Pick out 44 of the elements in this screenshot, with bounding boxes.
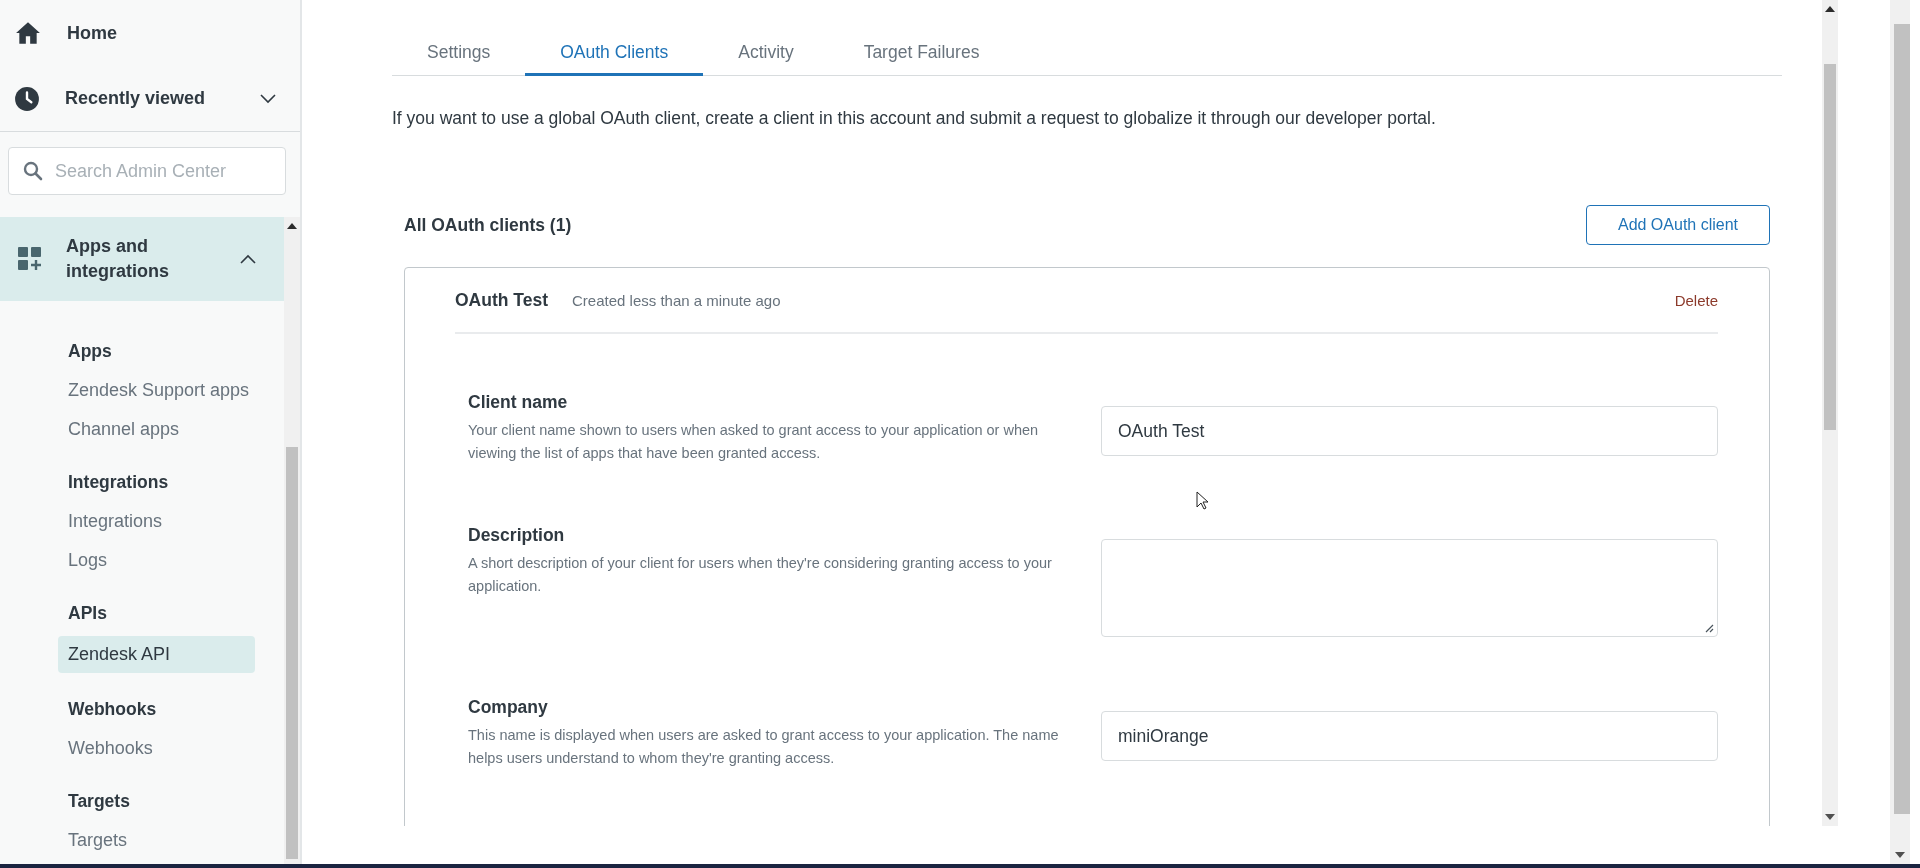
delete-link[interactable]: Delete <box>1674 291 1718 309</box>
intro-text: If you want to use a global OAuth client, create a client in this account and submit a request to globalize it through our developer portal. <box>392 108 1437 129</box>
home-icon <box>14 20 42 46</box>
nav-item[interactable]: Channel apps <box>58 413 190 446</box>
nav-link[interactable]: Home <box>0 0 300 66</box>
add-client-button[interactable]: Add OAuth client <box>1586 205 1770 245</box>
client-name: OAuth Test <box>455 289 548 311</box>
field-label: Description <box>468 525 566 546</box>
search-field[interactable]: Search Admin Center <box>8 147 286 195</box>
scrollbar[interactable] <box>1822 0 1838 826</box>
field-help-text: A short description of your client for users when they're considering granting access to your application. <box>468 554 1053 596</box>
nav-item[interactable]: Zendesk API <box>58 636 255 673</box>
nav-group-title: Webhooks <box>67 699 157 720</box>
scrollbar[interactable] <box>284 217 300 864</box>
tab[interactable]: OAuth Clients <box>525 34 704 76</box>
tab[interactable]: Settings <box>392 34 526 76</box>
nav-item[interactable]: Zendesk Support apps <box>58 374 260 407</box>
scrollbar[interactable] <box>1890 0 1910 864</box>
text-field[interactable]: miniOrange <box>1101 711 1718 761</box>
field-label: Company <box>468 697 549 718</box>
nav-expander[interactable]: Recently viewed <box>0 66 300 131</box>
tab[interactable]: Activity <box>703 34 829 76</box>
section-heading: All OAuth clients (1) <box>404 214 572 236</box>
nav-group-title: Integrations <box>67 472 169 493</box>
text-field[interactable]: OAuth Test <box>1101 406 1718 456</box>
nav-item[interactable]: Targets <box>58 824 138 857</box>
nav-group-title: Apps <box>67 341 112 362</box>
chevron-icon <box>260 93 276 104</box>
nav-group-title: APIs <box>67 603 107 624</box>
nav-item[interactable]: Logs <box>58 544 118 577</box>
nav-item[interactable]: Integrations <box>58 505 173 538</box>
clock-icon <box>14 85 40 112</box>
nav-section-header[interactable]: Apps and integrations <box>0 217 284 301</box>
resize-grip-icon <box>1704 623 1714 633</box>
nav-group-title: Targets <box>67 791 130 812</box>
nav-item[interactable]: Webhooks <box>58 732 163 765</box>
field-help-text: Your client name shown to users when asked to grant access to your application or when viewing the list of apps that have been granted access. <box>468 421 1040 463</box>
field-help-text: This name is displayed when users are asked to grant access to your application. The name helps users understand to whom they're granting access. <box>468 726 1060 768</box>
created-time: Created less than a minute ago <box>572 291 782 309</box>
apps-grid-icon <box>18 247 42 271</box>
mouse-cursor-icon <box>1196 491 1208 510</box>
field-label: Client name <box>468 392 569 413</box>
chevron-icon <box>240 254 256 264</box>
tab[interactable]: Target Failures <box>828 34 1015 76</box>
